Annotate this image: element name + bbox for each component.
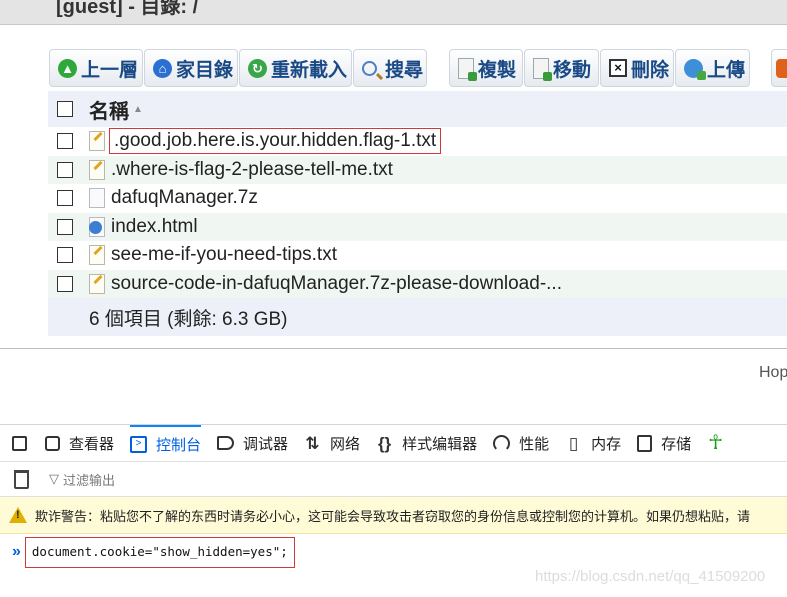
page-title: [guest] - 目錄: / (56, 0, 199, 18)
tab-inspector-label: 查看器 (69, 435, 115, 453)
file-name[interactable]: dafuqManager.7z (111, 187, 258, 209)
memory-icon: ▯ (568, 433, 579, 453)
console-input[interactable]: document.cookie="show_hidden=yes"; (24, 536, 295, 568)
home-dir-button[interactable]: ⌂ 家目錄 (144, 49, 238, 87)
copy-button[interactable]: 複製 (449, 49, 523, 87)
footer-text: Hop (759, 364, 787, 381)
archive-file-icon (89, 188, 105, 209)
file-row[interactable]: source-code-in-dafuqManager.7z-please-do… (48, 269, 787, 298)
text-file-icon (89, 273, 105, 294)
file-name[interactable]: source-code-in-dafuqManager.7z-please-do… (111, 273, 562, 295)
home-dir-label: 家目錄 (176, 59, 234, 81)
watermark: https://blog.csdn.net/qq_41509200 (535, 568, 766, 585)
file-checkbox[interactable] (57, 161, 73, 178)
name-column-header[interactable]: 名稱 (89, 95, 129, 124)
tab-performance[interactable]: 性能 (493, 425, 549, 461)
tab-network-label: 网络 (330, 435, 361, 453)
delete-icon: × (609, 59, 627, 77)
tab-memory-label: 内存 (591, 435, 622, 453)
filter-input[interactable]: 过滤输出 (63, 470, 115, 489)
debugger-icon (217, 436, 235, 450)
file-checkbox[interactable] (57, 275, 73, 292)
file-list: 名稱 ▲ .good.job.here.is.your.hidden.flag-… (48, 91, 787, 336)
text-file-icon (89, 159, 105, 180)
file-name[interactable]: see-me-if-you-need-tips.txt (111, 244, 337, 266)
text-file-icon (89, 245, 105, 266)
network-icon: ⇅ (305, 433, 320, 453)
page-header: [guest] - 目錄: / (0, 0, 787, 25)
file-checkbox[interactable] (57, 133, 73, 150)
move-button[interactable]: 移動 (524, 49, 599, 87)
file-name[interactable]: index.html (111, 216, 198, 238)
html-file-icon (89, 216, 105, 237)
console-icon: > (130, 435, 148, 453)
accessibility-icon[interactable]: ☥ (707, 433, 724, 453)
tab-performance-label: 性能 (519, 435, 550, 453)
search-icon (362, 60, 377, 76)
tab-inspector[interactable]: 查看器 (45, 425, 114, 461)
delete-button[interactable]: × 刪除 (600, 49, 674, 87)
select-all-checkbox[interactable] (57, 101, 73, 117)
tab-console-label: 控制台 (156, 436, 202, 454)
tab-debugger[interactable]: 调试器 (217, 425, 288, 461)
file-row[interactable]: index.html (48, 212, 787, 241)
sort-ascending-icon: ▲ (133, 103, 143, 115)
trash-icon[interactable] (14, 469, 29, 489)
element-picker-icon[interactable] (12, 435, 27, 451)
tab-debugger-label: 调试器 (243, 435, 289, 453)
delete-label: 刪除 (631, 59, 670, 81)
prompt-chevron-icon: » (12, 543, 21, 560)
file-checkbox[interactable] (57, 247, 73, 264)
file-list-summary: 6 個項目 (剩餘: 6.3 GB) (48, 298, 787, 336)
tab-style-editor-label: 样式编辑器 (402, 435, 478, 453)
file-name[interactable]: .where-is-flag-2-please-tell-me.txt (111, 159, 393, 181)
upload-button[interactable]: 上傳 (675, 49, 750, 87)
settings-icon (776, 58, 787, 78)
file-row[interactable]: see-me-if-you-need-tips.txt (48, 241, 787, 270)
console-input-row[interactable]: » document.cookie="show_hidden=yes"; (0, 534, 787, 570)
tab-storage-label: 存储 (661, 435, 692, 453)
file-checkbox[interactable] (57, 190, 73, 207)
tab-storage[interactable]: 存储 (637, 425, 691, 461)
performance-icon (493, 434, 511, 452)
home-icon: ⌂ (153, 58, 172, 78)
style-editor-icon: {} (377, 433, 392, 453)
move-icon (533, 57, 552, 81)
warning-icon: ! (9, 507, 27, 523)
copy-label: 複製 (478, 59, 517, 81)
file-list-header: 名稱 ▲ (48, 91, 787, 127)
reload-icon: ↻ (248, 58, 267, 78)
storage-icon (637, 434, 653, 452)
upload-label: 上傳 (707, 59, 746, 81)
tab-style-editor[interactable]: {} 样式编辑器 (376, 425, 477, 461)
warning-message: 欺诈警告：粘贴您不了解的东西时请务必小心，这可能会导致攻击者窃取您的身份信息或控… (35, 508, 751, 524)
file-row[interactable]: .good.job.here.is.your.hidden.flag-1.txt (48, 127, 787, 156)
divider (0, 348, 787, 349)
file-row[interactable]: .where-is-flag-2-please-tell-me.txt (48, 155, 787, 184)
inspector-icon (45, 435, 60, 451)
tab-memory[interactable]: ▯ 内存 (565, 425, 621, 461)
self-xss-warning: ! 欺诈警告：粘贴您不了解的东西时请务必小心，这可能会导致攻击者窃取您的身份信息… (0, 497, 787, 534)
arrow-up-icon: ▲ (58, 58, 77, 78)
copy-icon (458, 57, 477, 81)
search-button[interactable]: 搜尋 (353, 49, 427, 87)
move-label: 移動 (553, 59, 592, 81)
reload-button[interactable]: ↻ 重新載入 (239, 49, 352, 87)
upload-icon (684, 58, 706, 80)
parent-dir-button[interactable]: ▲ 上一層 (49, 49, 143, 87)
devtools-tabbar: 查看器 > 控制台 调试器 ⇅ 网络 {} 样式编辑器 性能 ▯ 内存 存储 ☥ (0, 425, 787, 462)
console-filter-bar: ▽ 过滤输出 (0, 462, 787, 497)
tab-network[interactable]: ⇅ 网络 (304, 425, 360, 461)
file-checkbox[interactable] (57, 218, 73, 235)
file-toolbar: ▲ 上一層 ⌂ 家目錄 ↻ 重新載入 搜尋 複製 移動 × 刪除 上傳 (48, 49, 787, 89)
more-button[interactable] (771, 49, 787, 87)
text-file-icon (89, 131, 105, 152)
parent-dir-label: 上一層 (81, 59, 139, 81)
file-row[interactable]: dafuqManager.7z (48, 184, 787, 213)
file-name[interactable]: .good.job.here.is.your.hidden.flag-1.txt (108, 128, 442, 155)
filter-icon: ▽ (49, 471, 59, 486)
search-label: 搜尋 (385, 59, 424, 81)
tab-console[interactable]: > 控制台 (130, 425, 202, 461)
reload-label: 重新載入 (271, 59, 348, 81)
